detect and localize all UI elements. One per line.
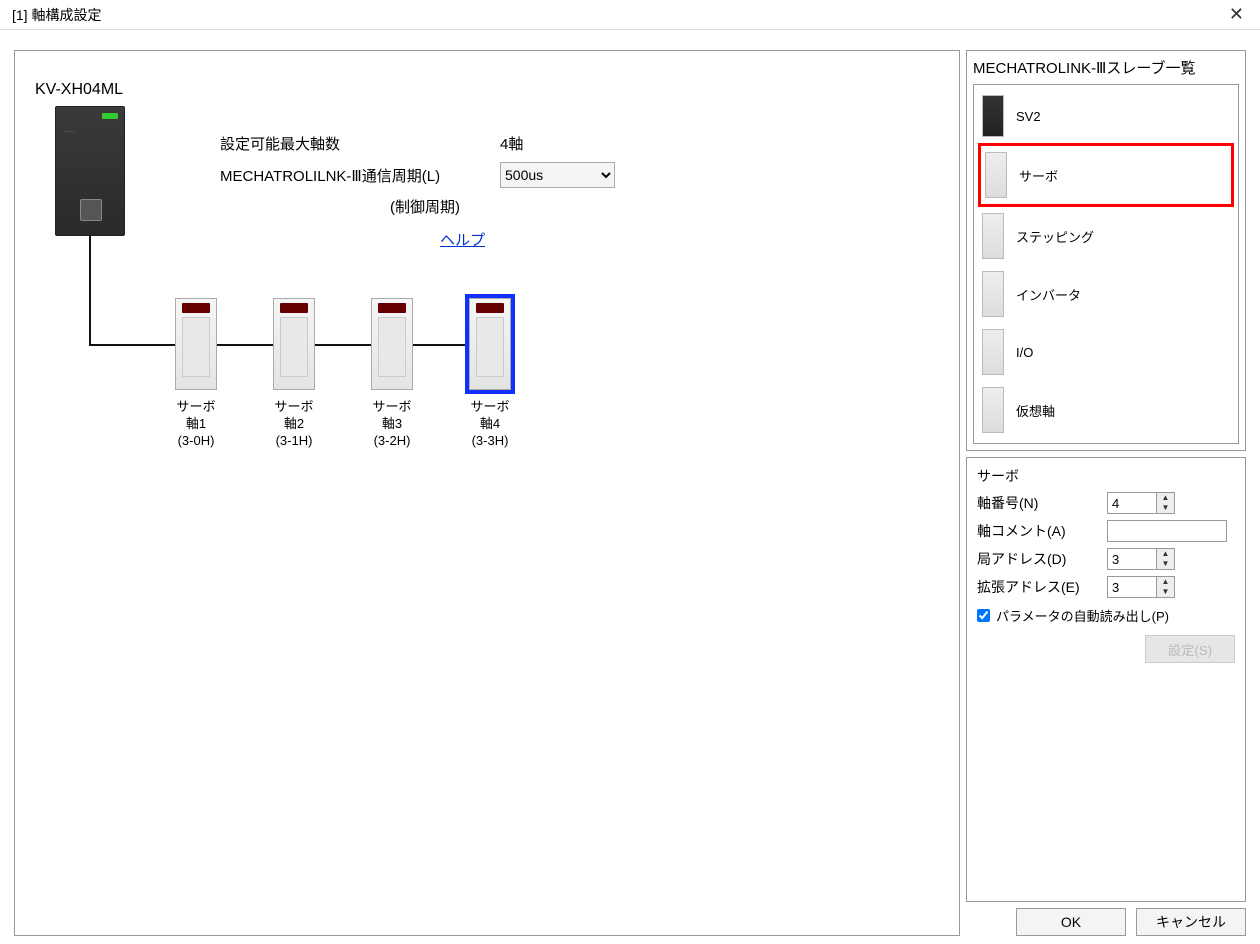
slave-list-panel: MECHATROLINK-Ⅲスレーブ一覧 SV2 サーボ ステッピング インバー…: [966, 50, 1246, 451]
master-device-label: KV-XH04ML: [35, 81, 123, 99]
axis-unit-4[interactable]: サーボ 軸4 (3-3H): [469, 298, 511, 449]
extended-address-stepper[interactable]: ▲▼: [1107, 576, 1175, 598]
unit-addr: (3-1H): [273, 432, 315, 449]
slave-item-stepping[interactable]: ステッピング: [978, 207, 1234, 265]
axis-unit-1[interactable]: サーボ 軸1 (3-0H): [175, 298, 217, 449]
unit-name: サーボ: [273, 398, 315, 415]
unit-axis: 軸2: [273, 415, 315, 432]
stepping-icon: [982, 213, 1004, 259]
property-panel: サーボ 軸番号(N) ▲▼ 軸コメント(A) 局アドレス(D) ▲▼ 拡張アドレ…: [966, 457, 1246, 902]
slave-list-title: MECHATROLINK-Ⅲスレーブ一覧: [973, 57, 1239, 78]
extended-address-input[interactable]: [1108, 577, 1156, 597]
max-axis-label: 設定可能最大軸数: [220, 133, 500, 154]
network-line-vertical: [89, 236, 91, 346]
spinner-up-icon[interactable]: ▲: [1157, 493, 1174, 503]
unit-name: サーボ: [469, 398, 511, 415]
extended-address-label: 拡張アドレス(E): [977, 577, 1107, 597]
servo-icon: [476, 303, 504, 313]
slave-item-sv2[interactable]: SV2: [978, 89, 1234, 143]
slave-item-io[interactable]: I/O: [978, 323, 1234, 381]
unit-axis: 軸4: [469, 415, 511, 432]
spinner-down-icon[interactable]: ▼: [1157, 559, 1174, 569]
station-address-stepper[interactable]: ▲▼: [1107, 548, 1175, 570]
window-titlebar: [1] 軸構成設定 ✕: [0, 0, 1260, 30]
servo-icon: [378, 303, 406, 313]
unit-addr: (3-2H): [371, 432, 413, 449]
slave-item-virtual[interactable]: 仮想軸: [978, 381, 1234, 439]
spinner-down-icon[interactable]: ▼: [1157, 503, 1174, 513]
close-icon[interactable]: ✕: [1221, 4, 1252, 25]
cycle-label: MECHATROLILNK-Ⅲ通信周期(L): [220, 165, 500, 186]
cycle-sublabel: (制御周期): [220, 196, 500, 217]
spinner-up-icon[interactable]: ▲: [1157, 549, 1174, 559]
io-icon: [982, 329, 1004, 375]
station-address-input[interactable]: [1108, 549, 1156, 569]
unit-axis: 軸1: [175, 415, 217, 432]
master-device[interactable]: ····: [55, 106, 125, 236]
window-title: [1] 軸構成設定: [12, 5, 101, 25]
unit-addr: (3-3H): [469, 432, 511, 449]
ethernet-port-icon: [80, 199, 102, 221]
unit-axis: 軸3: [371, 415, 413, 432]
axis-comment-input[interactable]: [1107, 520, 1227, 542]
axis-number-input[interactable]: [1108, 493, 1156, 513]
max-axis-value: 4軸: [500, 133, 620, 154]
axis-unit-2[interactable]: サーボ 軸2 (3-1H): [273, 298, 315, 449]
slave-item-inverter[interactable]: インバータ: [978, 265, 1234, 323]
station-address-label: 局アドレス(D): [977, 549, 1107, 569]
cycle-select[interactable]: 500us: [500, 162, 615, 188]
servo-icon: [280, 303, 308, 313]
spinner-down-icon[interactable]: ▼: [1157, 587, 1174, 597]
settings-button: 設定(S): [1145, 635, 1235, 663]
property-title: サーボ: [977, 466, 1235, 486]
axis-number-stepper[interactable]: ▲▼: [1107, 492, 1175, 514]
servo-icon: [985, 152, 1007, 198]
sv2-icon: [982, 95, 1004, 137]
inverter-icon: [982, 271, 1004, 317]
master-text-icon: ····: [64, 127, 75, 136]
axis-comment-label: 軸コメント(A): [977, 521, 1107, 541]
axis-unit-3[interactable]: サーボ 軸3 (3-2H): [371, 298, 413, 449]
cancel-button[interactable]: キャンセル: [1136, 908, 1246, 936]
status-led-icon: [102, 113, 118, 119]
spinner-up-icon[interactable]: ▲: [1157, 577, 1174, 587]
virtual-axis-icon: [982, 387, 1004, 433]
slave-item-servo[interactable]: サーボ: [978, 143, 1234, 207]
unit-name: サーボ: [371, 398, 413, 415]
diagram-panel: KV-XH04ML ···· 設定可能最大軸数 4軸 MECHATROLILNK…: [14, 50, 960, 936]
auto-read-label: パラメータの自動読み出し(P): [996, 606, 1169, 625]
ok-button[interactable]: OK: [1016, 908, 1126, 936]
axis-number-label: 軸番号(N): [977, 493, 1107, 513]
unit-name: サーボ: [175, 398, 217, 415]
help-link[interactable]: ヘルプ: [440, 229, 485, 250]
servo-icon: [182, 303, 210, 313]
unit-addr: (3-0H): [175, 432, 217, 449]
auto-read-checkbox[interactable]: [977, 609, 990, 622]
parameter-block: 設定可能最大軸数 4軸 MECHATROLILNK-Ⅲ通信周期(L) 500us…: [220, 133, 620, 250]
